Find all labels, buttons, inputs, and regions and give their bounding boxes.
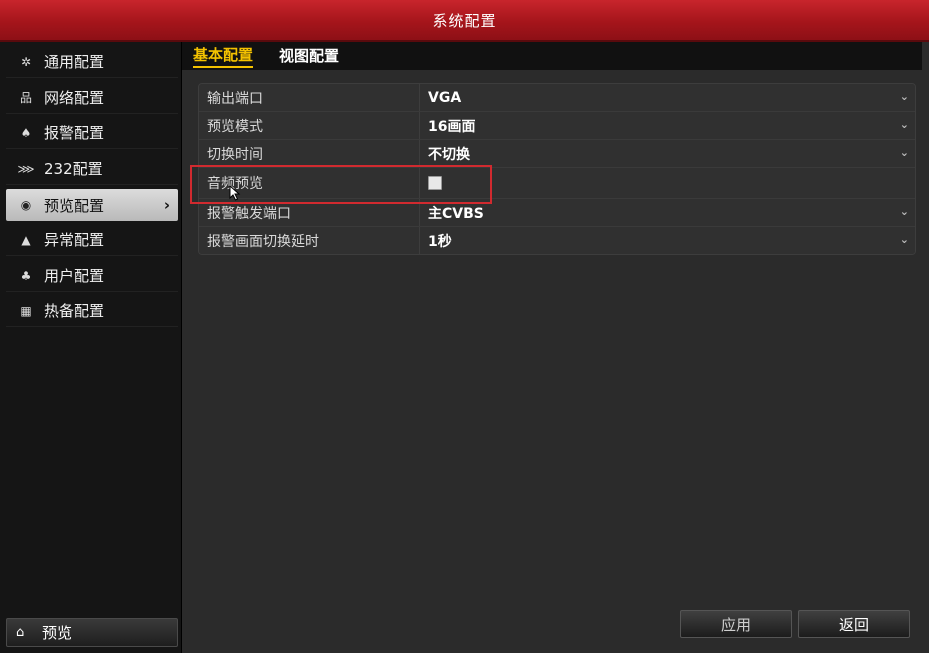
select-value: 16画面 (428, 118, 476, 135)
sidebar: ✲ 通用配置 品 网络配置 ♠ 报警配置 ⋙ 232配置 ◉ 预览配置 › ▲ … (0, 42, 182, 653)
sidebar-item-label: 预览配置 (44, 196, 105, 215)
sidebar-item-exception[interactable]: ▲ 异常配置 (6, 224, 178, 256)
network-icon: 品 (19, 91, 32, 105)
select-value: 主CVBS (428, 205, 484, 222)
alarm-icon: ♠ (20, 125, 32, 140)
chevron-down-icon: ⌄ (899, 118, 909, 131)
sidebar-item-label: 网络配置 (44, 89, 105, 107)
sidebar-item-label: 报警配置 (44, 124, 105, 142)
sidebar-item-label: 用户配置 (44, 267, 105, 285)
select-value: 1秒 (428, 233, 452, 250)
setting-label: 预览模式 (199, 112, 420, 139)
serial-port-icon: ⋙ (17, 161, 35, 176)
sidebar-item-alarm[interactable]: ♠ 报警配置 (6, 117, 178, 149)
sidebar-item-label: 热备配置 (44, 302, 105, 320)
alarm-switch-delay-select[interactable]: 1秒 ⌄ (420, 227, 915, 254)
window-title: 系统配置 (432, 11, 497, 30)
chevron-right-icon: › (163, 196, 170, 214)
window-title-bar: 系统配置 (0, 0, 929, 42)
sidebar-item-user[interactable]: ♣ 用户配置 (6, 260, 178, 292)
table-row: 报警画面切换延时 1秒 ⌄ (199, 227, 915, 254)
main-panel: 基本配置 视图配置 输出端口 VGA ⌄ 预览模式 16画面 ⌄ 切换时间 不切… (182, 42, 929, 653)
apply-button[interactable]: 应用 (680, 610, 792, 638)
select-value: 不切换 (428, 146, 470, 163)
eye-icon: ◉ (20, 198, 32, 212)
setting-label: 报警画面切换延时 (199, 227, 420, 254)
setting-label: 切换时间 (199, 140, 420, 167)
home-icon: ⌂ (16, 625, 25, 640)
chevron-down-icon: ⌄ (899, 233, 909, 246)
sidebar-item-preview-config[interactable]: ◉ 预览配置 › (6, 189, 178, 221)
sidebar-item-network[interactable]: 品 网络配置 (6, 82, 178, 114)
settings-table: 输出端口 VGA ⌄ 预览模式 16画面 ⌄ 切换时间 不切换 ⌄ 音频预览 报… (198, 83, 916, 255)
table-row: 切换时间 不切换 ⌄ (199, 140, 915, 168)
table-row: 输出端口 VGA ⌄ (199, 84, 915, 112)
sidebar-item-label: 通用配置 (44, 53, 105, 71)
output-port-select[interactable]: VGA ⌄ (420, 84, 915, 111)
sidebar-item-hot-backup[interactable]: ▦ 热备配置 (6, 295, 178, 327)
chevron-down-icon: ⌄ (899, 205, 909, 218)
sidebar-item-232[interactable]: ⋙ 232配置 (6, 153, 178, 185)
back-button[interactable]: 返回 (798, 610, 910, 638)
gear-icon: ✲ (20, 54, 32, 69)
table-row: 音频预览 (199, 168, 915, 199)
sidebar-item-label: 异常配置 (44, 231, 105, 249)
table-row: 报警触发端口 主CVBS ⌄ (199, 199, 915, 227)
setting-label: 输出端口 (199, 84, 420, 111)
tab-bar: 基本配置 视图配置 (182, 42, 922, 70)
mouse-cursor-icon (229, 185, 241, 201)
preview-nav-button[interactable]: ⌂ 预览 (6, 618, 178, 647)
warning-icon: ▲ (21, 232, 31, 247)
audio-preview-cell (420, 168, 915, 198)
tab-basic-config[interactable]: 基本配置 (193, 44, 254, 68)
users-icon: ♣ (20, 268, 32, 283)
select-value: VGA (428, 89, 462, 106)
sidebar-item-general[interactable]: ✲ 通用配置 (6, 46, 178, 78)
preview-nav-label: 预览 (42, 624, 73, 642)
backup-icon: ▦ (20, 303, 32, 318)
table-row: 预览模式 16画面 ⌄ (199, 112, 915, 140)
chevron-down-icon: ⌄ (899, 146, 909, 159)
setting-label: 报警触发端口 (199, 199, 420, 226)
tab-view-config[interactable]: 视图配置 (279, 45, 339, 67)
audio-preview-checkbox[interactable] (428, 176, 442, 190)
chevron-down-icon: ⌄ (899, 90, 909, 103)
alarm-trigger-port-select[interactable]: 主CVBS ⌄ (420, 199, 915, 226)
preview-mode-select[interactable]: 16画面 ⌄ (420, 112, 915, 139)
switch-time-select[interactable]: 不切换 ⌄ (420, 140, 915, 167)
sidebar-item-label: 232配置 (44, 160, 103, 178)
